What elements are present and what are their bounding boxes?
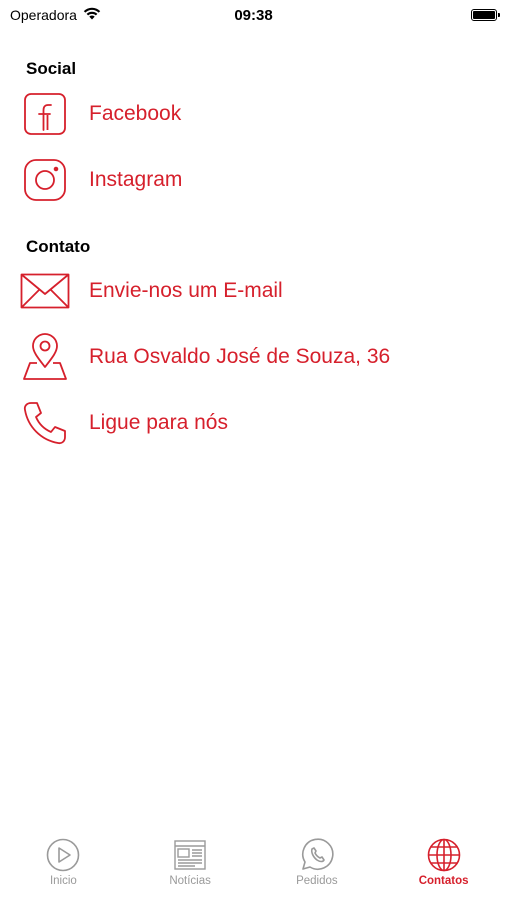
status-bar: Operadora 09:38 xyxy=(0,0,507,30)
tab-noticias[interactable]: Notícias xyxy=(127,834,254,900)
facebook-label: Facebook xyxy=(89,102,182,125)
email-row[interactable]: Envie-nos um E-mail xyxy=(0,258,507,324)
phone-row[interactable]: Ligue para nós xyxy=(0,390,507,456)
email-label: Envie-nos um E-mail xyxy=(89,279,283,302)
tab-bar: Inicio Notícias Pedidos Contatos xyxy=(0,834,507,900)
facebook-icon xyxy=(20,89,70,139)
address-row[interactable]: Rua Osvaldo José de Souza, 36 xyxy=(0,324,507,390)
wifi-icon xyxy=(83,7,101,23)
tab-contatos[interactable]: Contatos xyxy=(380,834,507,900)
battery-icon xyxy=(471,9,500,21)
newspaper-icon xyxy=(173,838,207,872)
address-label: Rua Osvaldo José de Souza, 36 xyxy=(89,345,391,368)
mail-icon xyxy=(20,266,70,316)
tab-label-contatos: Contatos xyxy=(418,875,469,887)
section-title-contato: Contato xyxy=(26,237,91,256)
status-left: Operadora xyxy=(10,7,101,23)
instagram-row[interactable]: Instagram xyxy=(0,147,507,213)
play-icon xyxy=(46,838,80,872)
contacts-screen: Operadora 09:38 Social Facebook Instagra… xyxy=(0,0,507,900)
tab-pedidos[interactable]: Pedidos xyxy=(254,834,381,900)
instagram-label: Instagram xyxy=(89,168,183,191)
carrier-label: Operadora xyxy=(10,7,77,23)
content: Social Facebook Instagram Contato Envie-… xyxy=(0,30,507,456)
tab-label-inicio: Inicio xyxy=(49,875,77,887)
facebook-row[interactable]: Facebook xyxy=(0,81,507,147)
phone-label: Ligue para nós xyxy=(89,411,228,434)
globe-icon xyxy=(427,838,461,872)
tab-label-noticias: Notícias xyxy=(169,875,211,887)
map-pin-icon xyxy=(20,332,70,382)
tab-inicio[interactable]: Inicio xyxy=(0,834,127,900)
phone-icon xyxy=(20,398,70,448)
status-time: 09:38 xyxy=(234,6,273,24)
tab-label-pedidos: Pedidos xyxy=(296,875,338,887)
instagram-icon xyxy=(20,155,70,205)
section-title-social: Social xyxy=(26,59,77,78)
whatsapp-icon xyxy=(300,838,334,872)
